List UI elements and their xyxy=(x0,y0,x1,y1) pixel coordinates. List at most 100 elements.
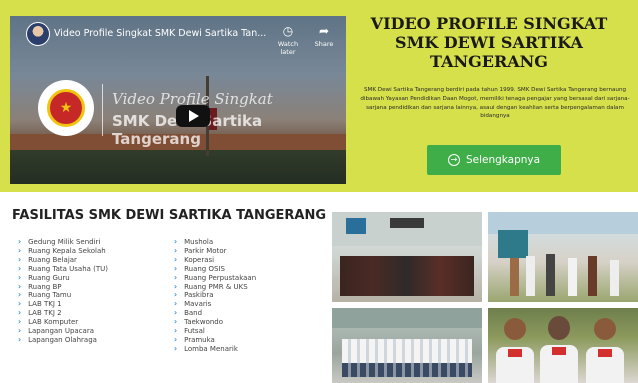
facility-item: › Parkir Motor xyxy=(174,245,256,256)
facility-item-label: Koperasi xyxy=(184,255,215,264)
chevron-right-icon: › xyxy=(174,299,178,309)
facility-item-label: Lapangan Upacara xyxy=(28,327,95,336)
facility-item-label: Taekwondo xyxy=(184,318,224,327)
facility-item: › Koperasi xyxy=(174,254,256,265)
chevron-right-icon: › xyxy=(18,308,22,318)
chevron-right-icon: › xyxy=(18,317,22,327)
chevron-right-icon: › xyxy=(174,326,178,336)
facility-item: › Ruang Guru xyxy=(18,272,108,283)
facility-item: › Lapangan Upacara xyxy=(18,326,108,336)
facility-item: › Ruang OSIS xyxy=(174,263,256,274)
facilities-title: FASILITAS SMK DEWI SARTIKA TANGERANG xyxy=(12,208,327,223)
facility-item: › Mushola xyxy=(174,237,256,247)
facility-item: › Futsal xyxy=(174,326,256,336)
share-button[interactable]: ➦ Share xyxy=(308,24,340,48)
play-icon[interactable] xyxy=(176,105,210,127)
facility-item: › Lapangan Olahraga xyxy=(18,334,108,345)
facility-item-label: LAB TKJ 2 xyxy=(28,309,62,318)
video-player[interactable]: Video Profile Singkat SMK Dewi Sartika T… xyxy=(10,16,346,184)
chevron-right-icon: › xyxy=(18,326,22,336)
facilities-list-right: › Mushola › Parkir Motor › Koperasi › Ruang OSI… xyxy=(174,237,257,354)
chevron-right-icon: › xyxy=(18,334,22,344)
facility-item-label: Band xyxy=(184,309,203,318)
hero-title-line: VIDEO PROFILE SINGKAT xyxy=(370,14,608,33)
facility-photo-visit[interactable] xyxy=(488,212,638,302)
facility-item-label: Ruang Guru xyxy=(28,273,70,282)
chevron-right-icon: › xyxy=(18,299,22,309)
share-label: Share xyxy=(314,40,334,48)
chevron-right-icon: › xyxy=(174,254,178,264)
facility-photo-group[interactable] xyxy=(332,212,482,302)
facility-item: › Ruang Belajar xyxy=(18,255,108,265)
facility-item: › LAB TKJ 1 xyxy=(18,299,108,309)
facility-item-label: Mavaris xyxy=(184,300,212,309)
facility-photo-students[interactable] xyxy=(332,308,482,383)
selengkapnya-button[interactable]: → Selengkapnya xyxy=(427,145,561,175)
chevron-right-icon: › xyxy=(18,272,22,282)
facility-photo-portraits[interactable] xyxy=(488,308,638,383)
facility-item-label: Ruang OSIS xyxy=(184,264,225,273)
facility-item: › Lomba Menarik xyxy=(174,343,256,354)
facility-item-label: Pramuka xyxy=(184,335,215,344)
share-icon: ➦ xyxy=(318,24,330,38)
chevron-right-icon: › xyxy=(174,308,178,318)
facility-item-label: Paskibra xyxy=(184,291,214,300)
facilities-list-left: › Gedung Milik Sendiri › Ruang Kepala Sekol… xyxy=(18,237,109,345)
chevron-right-icon: › xyxy=(174,272,178,282)
facility-item-label: LAB TKJ 1 xyxy=(28,300,62,309)
hero-title-line: SMK DEWI SARTIKA xyxy=(395,33,583,52)
chevron-right-icon: › xyxy=(18,263,22,273)
facility-item: › Ruang Perpustakaan xyxy=(174,272,257,283)
chevron-right-icon: › xyxy=(174,263,178,273)
selengkapnya-label: Selengkapnya xyxy=(465,154,541,166)
clock-icon: ◷ xyxy=(282,24,294,38)
video-overlay-line2: SMK Dewi Sartika Tangerang xyxy=(112,112,263,148)
facility-item: › Ruang Tamu xyxy=(18,290,108,300)
facility-item-label: Ruang Kepala Sekolah xyxy=(28,246,106,255)
chevron-right-icon: › xyxy=(18,237,22,246)
chevron-right-icon: › xyxy=(174,317,178,327)
facility-item-label: Gedung Milik Sendiri xyxy=(28,238,101,246)
chevron-right-icon: › xyxy=(174,281,178,291)
facility-item-label: Ruang BP xyxy=(28,282,62,291)
watch-later-label: Watch later xyxy=(277,40,299,56)
chevron-right-icon: › xyxy=(18,281,22,291)
facility-item: › LAB TKJ 2 xyxy=(18,308,108,318)
chevron-right-icon: › xyxy=(18,290,22,300)
facility-item-label: Parkir Motor xyxy=(184,246,227,255)
facility-item-label: Ruang Tamu xyxy=(28,291,72,300)
watch-later-button[interactable]: ◷ Watch later xyxy=(272,24,304,56)
facility-item: › Band xyxy=(174,308,256,318)
arrow-circle-right-icon: → xyxy=(447,154,460,166)
chevron-right-icon: › xyxy=(174,245,178,255)
hero-title-line: TANGERANG xyxy=(430,52,548,71)
facility-item-label: Ruang Tata Usaha (TU) xyxy=(28,264,109,273)
facility-item-label: LAB Komputer xyxy=(28,318,79,327)
facility-item-label: Ruang Perpustakaan xyxy=(184,273,257,282)
facility-item: › Paskibra xyxy=(174,290,256,300)
chevron-right-icon: › xyxy=(174,237,178,246)
facility-item: › Mavaris xyxy=(174,299,256,309)
school-logo: ★ xyxy=(38,80,94,136)
chevron-right-icon: › xyxy=(174,334,178,344)
hero-section: Video Profile Singkat SMK Dewi Sartika T… xyxy=(0,0,638,192)
hero-title: VIDEO PROFILE SINGKAT SMK DEWI SARTIKA T… xyxy=(356,14,622,71)
chevron-right-icon: › xyxy=(174,290,178,300)
facility-item: › Gedung Milik Sendiri xyxy=(18,237,108,247)
facility-item: › Taekwondo xyxy=(174,317,256,327)
facility-item: › Ruang Kepala Sekolah xyxy=(18,245,108,256)
facility-item: › LAB Komputer xyxy=(18,317,108,327)
facility-item-label: Ruang PMR & UKS xyxy=(184,282,248,291)
chevron-right-icon: › xyxy=(18,245,22,255)
facility-item-label: Mushola xyxy=(184,238,214,246)
facility-item-label: Futsal xyxy=(184,327,205,336)
facility-item: › Ruang Tata Usaha (TU) xyxy=(18,263,109,274)
hero-description: SMK Dewi Sartika Tangerang berdiri pada … xyxy=(360,87,630,120)
chevron-right-icon: › xyxy=(174,343,178,353)
facility-item-label: Lomba Menarik xyxy=(184,344,238,353)
facility-item-label: Lapangan Olahraga xyxy=(28,335,97,344)
channel-avatar[interactable] xyxy=(26,22,50,46)
overlay-divider xyxy=(102,84,103,136)
facility-item: › Pramuka xyxy=(174,334,256,345)
video-title[interactable]: Video Profile Singkat SMK Dewi Sartika T… xyxy=(54,28,266,39)
